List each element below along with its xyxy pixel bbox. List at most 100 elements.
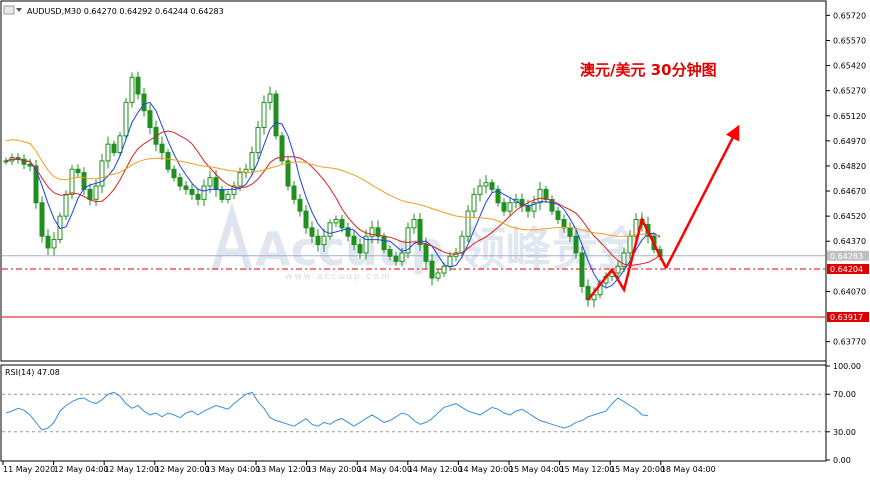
candle-body: [159, 143, 165, 154]
candle-body: [249, 152, 255, 170]
price-tick-label: 0.65120: [833, 112, 866, 121]
candle-body: [81, 172, 87, 190]
candle-body: [357, 244, 363, 254]
chart-header: AUDUSD,M30 0.64270 0.64292 0.64244 0.642…: [3, 5, 224, 16]
candle-body: [189, 188, 195, 195]
candle-body: [225, 193, 231, 200]
candle-body: [477, 185, 483, 195]
price-tag-label: 0.63917: [830, 313, 863, 322]
price-tick-label: 0.64370: [833, 237, 866, 246]
rsi-tick-label: 100.00: [833, 362, 861, 371]
candle-body: [543, 188, 549, 200]
candle-body: [489, 182, 495, 190]
candle-body: [105, 143, 111, 162]
candle-body: [237, 172, 243, 187]
time-tick-label: 18 May 04:00: [661, 465, 716, 474]
price-tick-label: 0.65270: [833, 87, 866, 96]
time-tick-label: 15 May 04:00: [509, 465, 564, 474]
symbol-info: AUDUSD,M30 0.64270 0.64292 0.64244 0.642…: [27, 7, 224, 16]
candle-body: [195, 193, 201, 200]
candle-body: [27, 163, 33, 167]
candle-body: [411, 218, 417, 229]
candle-body: [555, 210, 561, 220]
time-tick-label: 12 May 12:00: [104, 465, 159, 474]
candle-body: [393, 255, 399, 262]
candle-body: [285, 160, 291, 187]
candle-body: [339, 218, 345, 229]
candle-body: [69, 168, 75, 195]
candle-body: [207, 177, 213, 187]
candle-body: [627, 235, 633, 254]
candle-body: [429, 260, 435, 279]
candle-body: [135, 76, 141, 95]
candle-body: [297, 198, 303, 212]
candle-body: [261, 101, 267, 128]
candle-body: [147, 110, 153, 128]
time-tick-label: 13 May 04:00: [205, 465, 260, 474]
candle-body: [561, 218, 567, 229]
candle-body: [351, 235, 357, 246]
candle-body: [165, 152, 171, 170]
main-panel-frame: [0, 0, 827, 362]
time-tick-label: 15 May 12:00: [560, 465, 615, 474]
candle-body: [399, 252, 405, 262]
time-tick-label: 11 May 2020: [3, 465, 55, 474]
candle-body: [471, 193, 477, 212]
candle-body: [141, 93, 147, 112]
candle-body: [573, 235, 579, 254]
candle-body: [51, 239, 57, 249]
price-tick-label: 0.65570: [833, 36, 866, 45]
candle-body: [327, 222, 333, 237]
candle-body: [381, 235, 387, 251]
rsi-tick-label: 70.00: [833, 390, 856, 399]
candle-body: [309, 227, 315, 237]
candle-body: [387, 249, 393, 257]
time-axis: 11 May 202012 May 04:0012 May 12:0012 Ma…: [2, 461, 716, 474]
time-tick-label: 14 May 12:00: [408, 465, 463, 474]
rsi-label: RSI(14) 47.08: [5, 368, 60, 377]
rsi-panel-frame: [0, 364, 827, 462]
candle-body: [303, 210, 309, 229]
price-tick-label: 0.64520: [833, 212, 866, 221]
price-tick-label: 0.65420: [833, 62, 866, 71]
price-tick-label: 0.64820: [833, 162, 866, 171]
candle-body: [291, 185, 297, 200]
rsi-tick-label: 30.00: [833, 428, 856, 437]
candle-body: [177, 177, 183, 187]
candle-body: [567, 227, 573, 237]
candle-body: [213, 177, 219, 190]
time-tick-label: 12 May 04:00: [54, 465, 109, 474]
candle-body: [447, 255, 453, 267]
candle-body: [333, 218, 339, 224]
price-tick-label: 0.65720: [833, 11, 866, 20]
candle-body: [579, 252, 585, 287]
price-tags: 0.64283 0.64204 0.63917: [827, 250, 869, 323]
candle-body: [123, 101, 129, 137]
candle-body: [615, 265, 621, 274]
price-tick-label: 0.64070: [833, 287, 866, 296]
candle-body: [423, 244, 429, 262]
time-tick-label: 13 May 20:00: [307, 465, 362, 474]
candle-body: [273, 93, 279, 137]
price-tick-label: 0.63770: [833, 338, 866, 347]
candle-body: [459, 235, 465, 254]
time-tick-label: 15 May 20:00: [610, 465, 665, 474]
rsi-tick-label: 0.00: [833, 456, 851, 465]
annotation-title: 澳元/美元 30分钟图: [580, 61, 717, 79]
candle-body: [501, 202, 507, 212]
time-tick-label: 12 May 20:00: [155, 465, 210, 474]
candle-body: [93, 185, 99, 200]
time-tick-label: 14 May 04:00: [357, 465, 412, 474]
candle-body: [63, 193, 69, 217]
time-tick-label: 14 May 20:00: [458, 465, 513, 474]
candle-body: [117, 135, 123, 154]
candle-body: [483, 182, 489, 187]
candle-body: [3, 160, 9, 163]
rsi-axis: 100.00 70.00 30.00 0.00: [826, 362, 861, 465]
chart-canvas: Accuup 领峰贵金 www.accuup.com AUDUSD,M30 0.…: [0, 0, 869, 474]
candle-body: [315, 235, 321, 246]
chart-menu-icon[interactable]: [3, 5, 15, 15]
candle-body: [111, 143, 117, 154]
candle-body: [201, 185, 207, 200]
candle-body: [267, 93, 273, 103]
